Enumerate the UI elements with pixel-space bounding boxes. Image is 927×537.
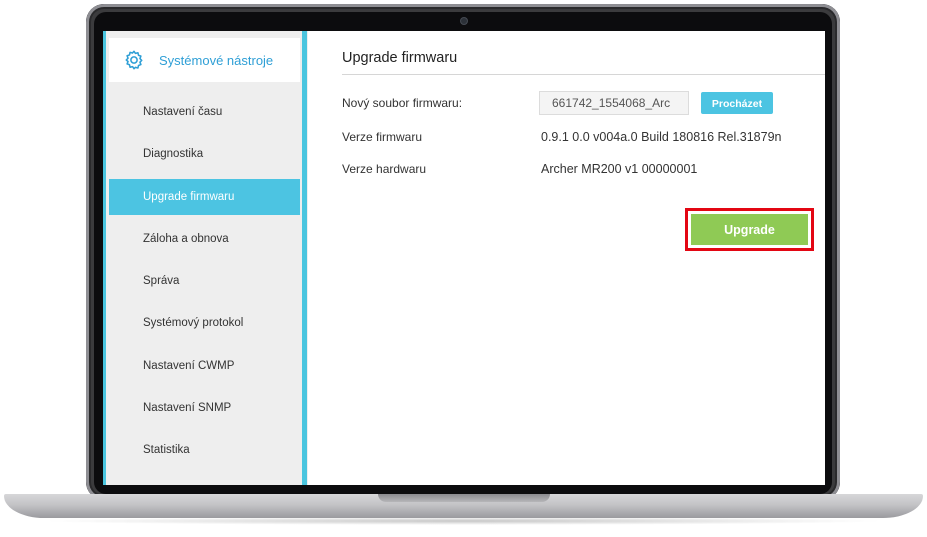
sidebar-item-firmware-upgrade[interactable]: Upgrade firmwaru [109,178,300,215]
firmware-version-value: 0.9.1 0.0 v004a.0 Build 180816 Rel.31879… [541,130,782,144]
sidebar-item-administration[interactable]: Správa [109,263,300,299]
sidebar-menu: Nastavení času Diagnostika Upgrade firmw… [109,94,300,475]
firmware-version-label: Verze firmwaru [342,130,423,144]
laptop-base-notch [378,494,550,502]
sidebar-accent-line [103,31,106,485]
sidebar-divider [302,31,307,485]
title-divider [342,74,825,75]
sidebar-item-system-log[interactable]: Systémový protokol [109,305,300,341]
sidebar-header-title: Systémové nástroje [159,52,274,68]
sidebar-item-cwmp-settings[interactable]: Nastavení CWMP [109,348,300,384]
upgrade-button[interactable]: Upgrade [691,214,808,245]
sidebar-header[interactable]: Systémové nástroje [109,38,300,82]
sidebar: Systémové nástroje Nastavení času Diagno… [103,31,308,485]
page-title: Upgrade firmwaru [342,50,458,66]
laptop-shadow [40,517,887,525]
main-content: Upgrade firmwaru Nový soubor firmwaru: 6… [315,31,825,485]
sidebar-item-time-settings[interactable]: Nastavení času [109,94,300,130]
sidebar-item-backup-restore[interactable]: Záloha a obnova [109,221,300,257]
firmware-file-field[interactable]: 661742_1554068_Arc [539,91,689,115]
new-firmware-label: Nový soubor firmwaru: [342,96,463,110]
hardware-version-label: Verze hardwaru [342,162,427,176]
gear-icon [123,49,145,71]
screen: Systémové nástroje Nastavení času Diagno… [103,31,825,485]
browse-button[interactable]: Procházet [701,92,773,114]
sidebar-item-diagnostics[interactable]: Diagnostika [109,136,300,172]
hardware-version-value: Archer MR200 v1 00000001 [541,162,698,176]
sidebar-item-statistics[interactable]: Statistika [109,432,300,468]
sidebar-item-snmp-settings[interactable]: Nastavení SNMP [109,390,300,426]
webcam-icon [461,18,467,24]
upgrade-highlight-box: Upgrade [685,208,814,251]
